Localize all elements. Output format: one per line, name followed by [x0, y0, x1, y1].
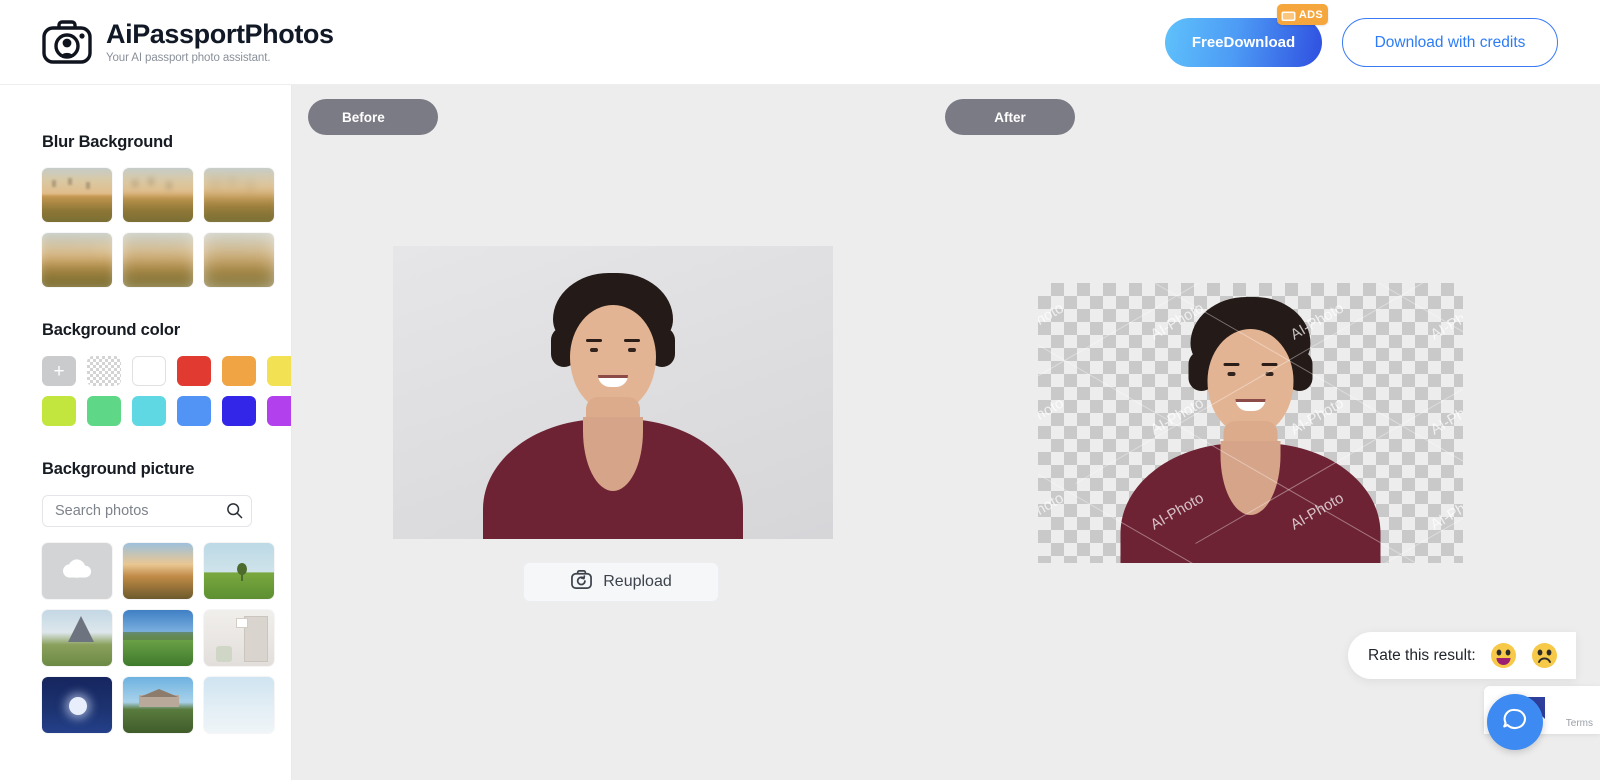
shirt — [1120, 443, 1381, 563]
brow-right — [624, 339, 640, 342]
background-color-title: Background color — [42, 321, 180, 339]
eye-right — [1265, 372, 1274, 376]
color-swatch-white[interactable] — [132, 356, 166, 386]
camera-refresh-icon — [570, 569, 593, 595]
color-swatch-red[interactable] — [177, 356, 211, 386]
photo-blue-sky[interactable] — [204, 677, 274, 733]
color-swatch-yellow[interactable] — [267, 356, 291, 386]
color-swatch-indigo[interactable] — [222, 396, 256, 426]
chat-launcher-button[interactable] — [1487, 694, 1543, 750]
background-color-section: Background color + — [42, 321, 291, 426]
terms-label[interactable]: Terms — [1566, 718, 1593, 729]
blur-background-title: Blur Background — [42, 133, 173, 151]
portrait-after — [1038, 283, 1463, 563]
reupload-button[interactable]: Reupload — [523, 562, 719, 602]
photo-green-meadow[interactable] — [123, 610, 193, 666]
brow-left — [586, 339, 602, 342]
sidebar: Blur Background Background color + Backg… — [0, 85, 292, 780]
rate-result-widget: Rate this result: — [1348, 632, 1576, 679]
tv-icon — [1280, 7, 1297, 22]
upload-photo[interactable] — [42, 543, 112, 599]
blur-background-section: Blur Background — [42, 133, 291, 287]
color-swatch-custom-color[interactable]: + — [42, 356, 76, 386]
blur-level-3[interactable] — [204, 168, 274, 222]
photo-sunset-valley[interactable] — [123, 543, 193, 599]
ads-badge: ADS — [1276, 4, 1328, 25]
color-swatch-lime[interactable] — [42, 396, 76, 426]
photo-lone-tree-field[interactable] — [204, 543, 274, 599]
photo-house-hedge[interactable] — [123, 677, 193, 733]
mouth — [598, 375, 628, 387]
background-picture-title: Background picture — [42, 460, 195, 478]
background-photo-grid — [42, 543, 291, 733]
ads-badge-label: ADS — [1298, 8, 1323, 21]
blur-level-2[interactable] — [123, 168, 193, 222]
color-swatch-purple[interactable] — [267, 396, 291, 426]
eye-left — [590, 348, 598, 352]
blur-level-6[interactable] — [204, 233, 274, 287]
brand-name: AiPassportPhotos — [106, 19, 334, 50]
cloud-upload-icon — [58, 554, 96, 589]
color-swatch-grid: + — [42, 356, 291, 426]
after-image[interactable]: AI-Photo AI-Photo AI-Photo AI-Photo AI-Photo… — [1038, 283, 1463, 563]
search-wrap — [42, 495, 252, 527]
color-swatch-orange[interactable] — [222, 356, 256, 386]
chat-bubble-icon — [1500, 705, 1530, 740]
blur-level-4[interactable] — [42, 233, 112, 287]
eye-left — [1227, 372, 1236, 376]
camera-portrait-icon — [40, 18, 94, 66]
photo-night-moon[interactable] — [42, 677, 112, 733]
app-header: AiPassportPhotos Your AI passport photo … — [0, 0, 1600, 85]
background-picture-section: Background picture — [42, 460, 291, 733]
photo-rocky-peak[interactable] — [42, 610, 112, 666]
before-label-pill: Before — [308, 99, 438, 135]
head — [1207, 329, 1294, 435]
free-download-button[interactable]: FreeDownload ADS — [1165, 4, 1328, 67]
header-actions: FreeDownload ADS Download with credits — [1165, 0, 1558, 85]
blur-thumb-grid — [42, 168, 291, 287]
blur-level-5[interactable] — [123, 233, 193, 287]
before-image[interactable] — [393, 246, 833, 539]
download-with-credits-button[interactable]: Download with credits — [1342, 18, 1558, 67]
head — [570, 305, 656, 411]
app-root: AiPassportPhotos Your AI passport photo … — [0, 0, 1600, 780]
eye-right — [628, 348, 636, 352]
happy-face-emoji[interactable] — [1490, 642, 1517, 669]
sad-face-emoji[interactable] — [1531, 642, 1558, 669]
free-download-label: FreeDownload — [1191, 34, 1296, 51]
photo-interior-shelf[interactable] — [204, 610, 274, 666]
brand-tagline: Your AI passport photo assistant. — [106, 51, 271, 64]
after-label-pill: After — [945, 99, 1075, 135]
color-swatch-green[interactable] — [87, 396, 121, 426]
reupload-label: Reupload — [603, 573, 672, 590]
brand[interactable]: AiPassportPhotos Your AI passport photo … — [40, 18, 334, 66]
portrait-before — [393, 246, 833, 539]
brow-right — [1261, 363, 1278, 366]
blur-level-1[interactable] — [42, 168, 112, 222]
color-swatch-transparent[interactable] — [87, 356, 121, 386]
color-swatch-blue[interactable] — [177, 396, 211, 426]
brow-left — [1223, 363, 1240, 366]
mouth — [1235, 399, 1266, 411]
shirt — [483, 419, 743, 539]
rate-result-label: Rate this result: — [1368, 646, 1476, 664]
search-input[interactable] — [42, 495, 252, 527]
color-swatch-cyan[interactable] — [132, 396, 166, 426]
